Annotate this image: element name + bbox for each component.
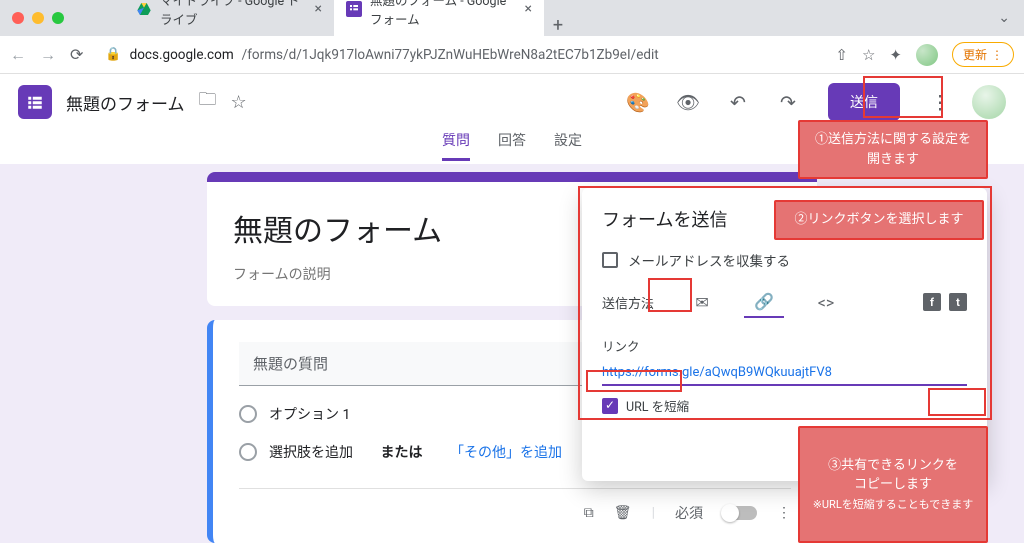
new-tab-button[interactable]: + bbox=[544, 15, 572, 36]
annotation-label-2: ②リンクボタンを選択します bbox=[774, 200, 984, 240]
close-window-icon[interactable] bbox=[12, 12, 24, 24]
tab-questions[interactable]: 質問 bbox=[442, 130, 470, 161]
browser-chrome: マイドライブ - Google ドライブ × 無題のフォーム - Google … bbox=[0, 0, 1024, 74]
add-other-link[interactable]: 「その他」を追加 bbox=[450, 442, 562, 462]
annotation-box-1 bbox=[863, 76, 943, 118]
minimize-window-icon[interactable] bbox=[32, 12, 44, 24]
delete-icon[interactable]: 🗑 bbox=[614, 505, 632, 521]
close-tab-icon[interactable]: × bbox=[525, 1, 532, 17]
url-path: /forms/d/1Jqk917loAwni77ykPJZnWuHEbWreN8… bbox=[242, 47, 659, 63]
back-icon[interactable]: ← bbox=[10, 45, 26, 65]
tab-responses[interactable]: 回答 bbox=[498, 130, 526, 158]
tab-title: 無題のフォーム - Google フォーム bbox=[370, 0, 513, 28]
annotation-box-3 bbox=[928, 388, 986, 416]
required-label: 必須 bbox=[675, 503, 703, 523]
document-title[interactable]: 無題のフォーム bbox=[66, 90, 185, 115]
redo-icon[interactable]: ↷ bbox=[770, 91, 806, 114]
question-more-icon[interactable]: ⋮ bbox=[777, 505, 791, 521]
annotation-box-2 bbox=[648, 278, 692, 312]
forms-logo-icon[interactable] bbox=[18, 85, 52, 119]
preview-icon[interactable]: 👁 bbox=[670, 91, 706, 114]
annotation-label-1: ①送信方法に関する設定を 開きます bbox=[798, 120, 988, 179]
option-label[interactable]: オプション 1 bbox=[269, 404, 350, 424]
forms-favicon bbox=[346, 1, 362, 17]
share-icon[interactable]: ⇧ bbox=[835, 46, 848, 64]
window-controls bbox=[12, 12, 64, 24]
annotation-box-shorten bbox=[586, 370, 682, 392]
browser-tab-forms[interactable]: 無題のフォーム - Google フォーム × bbox=[334, 0, 544, 36]
duplicate-icon[interactable]: ⧉ bbox=[584, 505, 594, 521]
extensions-icon[interactable]: ✦ bbox=[889, 46, 902, 64]
tab-title: マイドライブ - Google ドライブ bbox=[160, 0, 303, 28]
profile-avatar[interactable] bbox=[916, 44, 938, 66]
drive-favicon bbox=[136, 1, 152, 17]
browser-update-button[interactable]: 更新 ⋮ bbox=[952, 42, 1014, 67]
reload-icon[interactable]: ⟳ bbox=[70, 45, 83, 64]
required-toggle[interactable] bbox=[723, 506, 757, 520]
maximize-window-icon[interactable] bbox=[52, 12, 64, 24]
tab-settings[interactable]: 設定 bbox=[554, 130, 582, 158]
or-text: または bbox=[380, 442, 422, 462]
url-host: docs.google.com bbox=[130, 47, 234, 63]
undo-icon[interactable]: ↶ bbox=[720, 91, 756, 114]
lock-icon: 🔒 bbox=[105, 47, 121, 62]
star-icon[interactable]: ☆ bbox=[862, 46, 875, 64]
forward-icon: → bbox=[40, 45, 56, 65]
browser-tabs: マイドライブ - Google ドライブ × 無題のフォーム - Google … bbox=[124, 0, 572, 36]
move-folder-icon[interactable]: 🗀 bbox=[199, 87, 217, 117]
star-document-icon[interactable]: ☆ bbox=[231, 92, 247, 113]
theme-icon[interactable]: 🎨 bbox=[620, 91, 656, 114]
tabs-chevron-icon[interactable]: ⌄ bbox=[998, 10, 1010, 26]
radio-icon bbox=[239, 405, 257, 423]
address-bar[interactable]: 🔒 docs.google.com/forms/d/1Jqk917loAwni7… bbox=[95, 41, 823, 69]
account-avatar[interactable] bbox=[972, 85, 1006, 119]
add-option-text[interactable]: 選択肢を追加 bbox=[269, 442, 353, 462]
browser-tab-drive[interactable]: マイドライブ - Google ドライブ × bbox=[124, 0, 334, 36]
close-tab-icon[interactable]: × bbox=[315, 1, 322, 17]
radio-icon bbox=[239, 443, 257, 461]
annotation-label-3: ③共有できるリンクを コピーします ※URLを短縮することもできます bbox=[798, 426, 988, 543]
